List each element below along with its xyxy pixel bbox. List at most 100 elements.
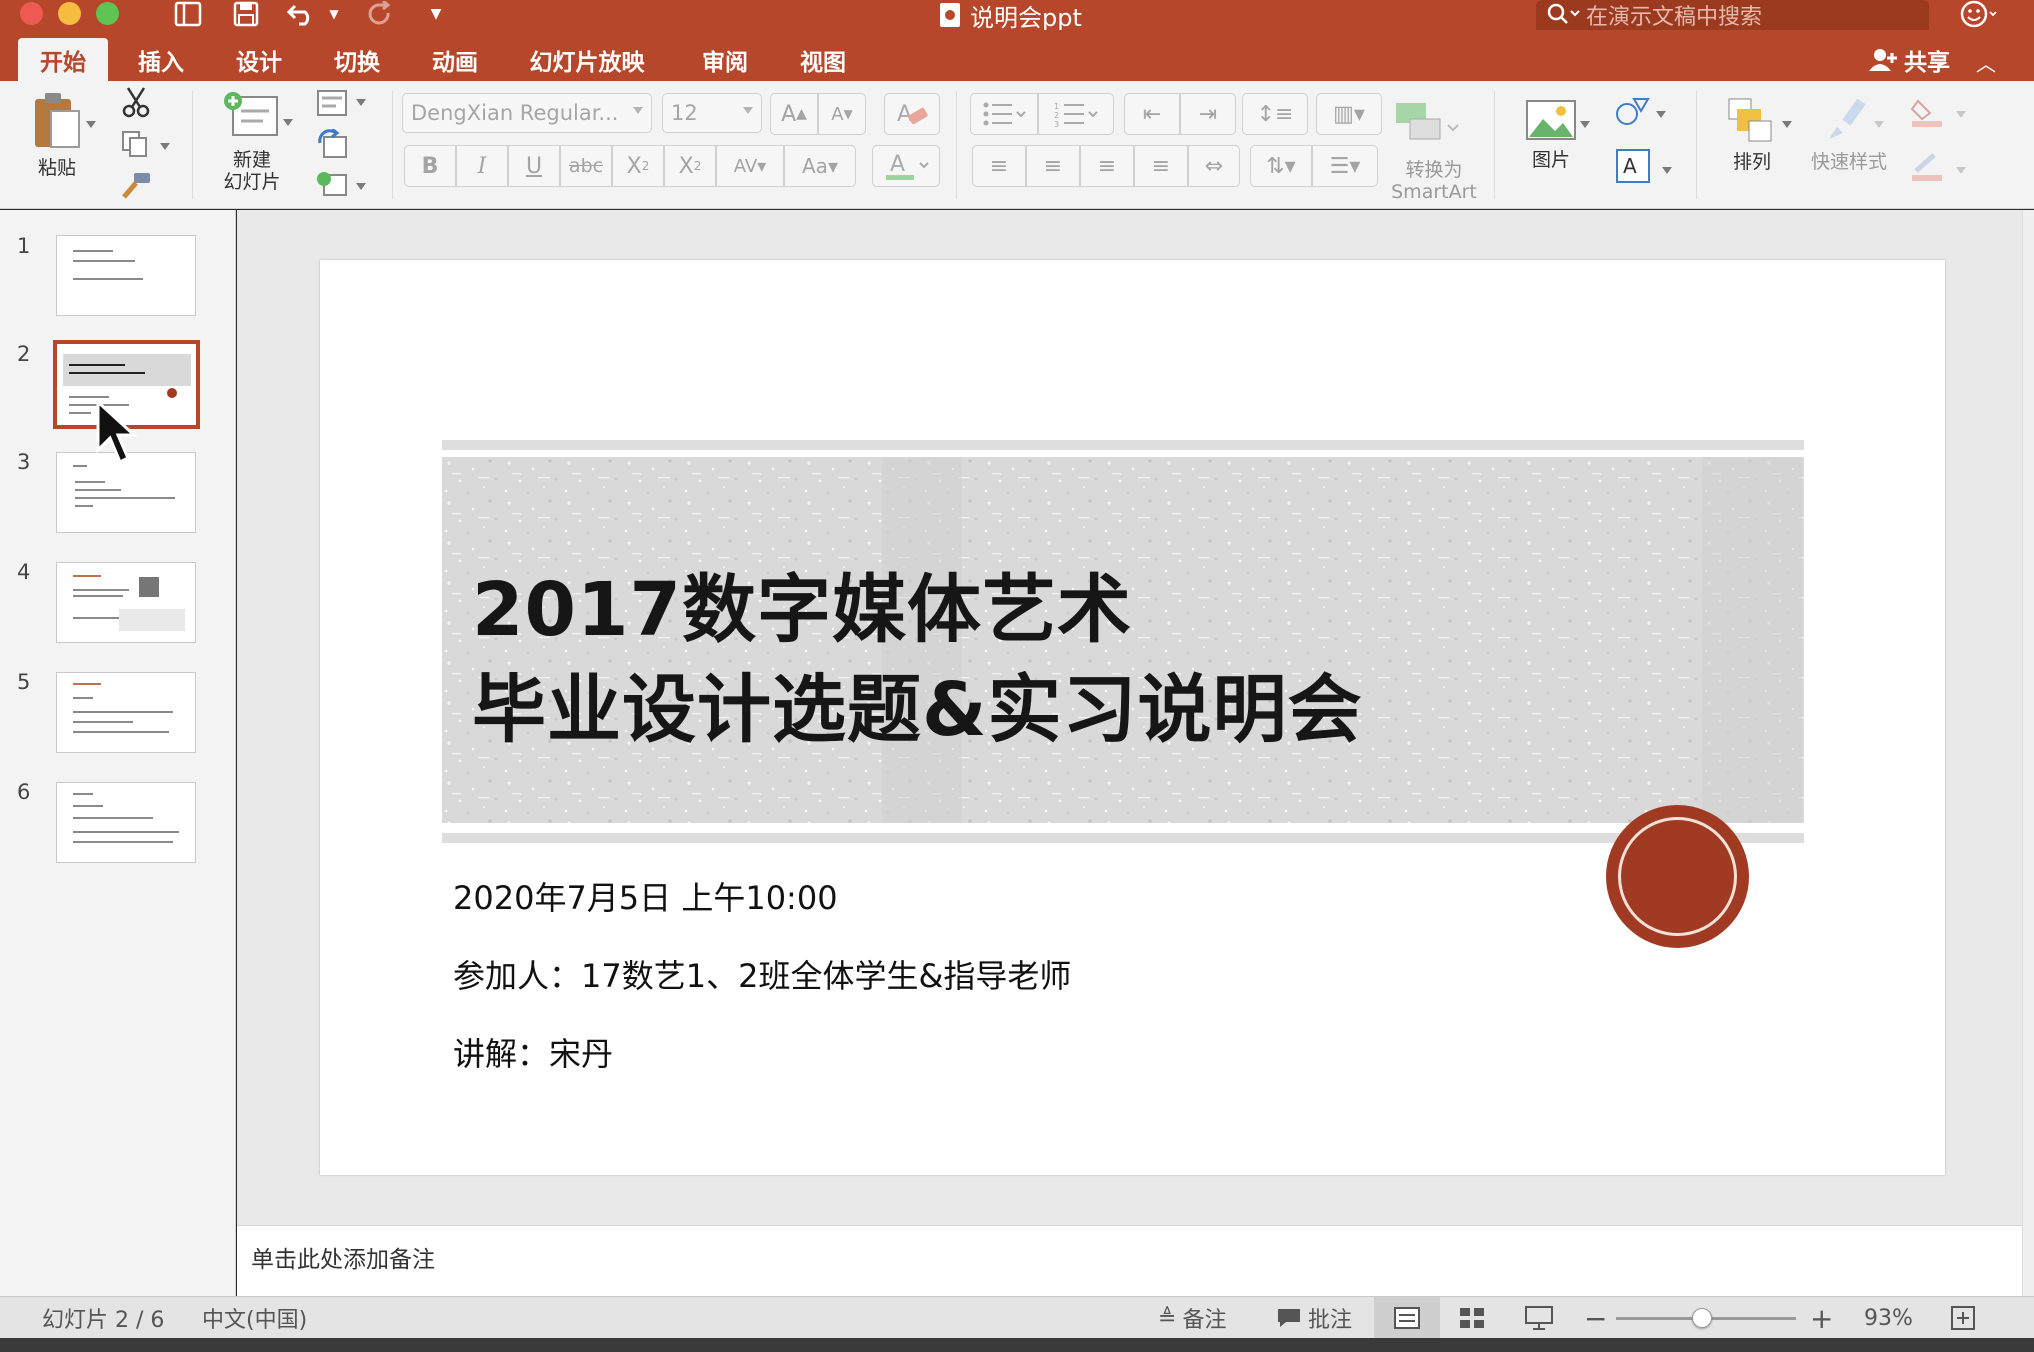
slide-participants[interactable]: 参加人：17数艺1、2班全体学生&指导老师	[453, 951, 1071, 997]
decrease-indent-button[interactable]: ⇤	[1124, 93, 1180, 135]
bold-button[interactable]: B	[404, 145, 456, 187]
redo-icon[interactable]	[362, 0, 398, 28]
tab-slideshow[interactable]: 幻灯片放映	[522, 38, 652, 81]
picture-dropdown-icon[interactable]	[1580, 121, 1590, 128]
new-slide-dropdown-icon[interactable]	[283, 119, 293, 126]
fit-to-window-button[interactable]	[1950, 1297, 1976, 1339]
align-left-button[interactable]: ≡	[972, 145, 1026, 187]
vertical-scrollbar[interactable]	[2022, 210, 2034, 1296]
section-icon[interactable]	[316, 169, 348, 199]
slide-sorter-view-button[interactable]	[1458, 1297, 1486, 1339]
zoom-slider[interactable]	[1616, 1308, 1796, 1328]
textbox-dropdown-icon[interactable]	[1662, 167, 1672, 174]
save-icon[interactable]	[226, 0, 266, 28]
tab-review[interactable]: 审阅	[694, 38, 756, 81]
normal-view-button[interactable]	[1374, 1297, 1440, 1339]
format-painter-icon[interactable]	[118, 171, 152, 201]
strikethrough-button[interactable]: abc	[560, 145, 612, 187]
arrange-button[interactable]: 排列	[1714, 97, 1790, 173]
clear-formatting-button[interactable]: A	[884, 93, 940, 135]
line-spacing-button[interactable]: ↕≡	[1242, 93, 1308, 135]
underline-button[interactable]: U	[508, 145, 560, 187]
tab-insert[interactable]: 插入	[130, 38, 192, 81]
language-indicator[interactable]: 中文(中国)	[202, 1297, 307, 1339]
shape-fill-icon[interactable]	[1908, 97, 1948, 129]
superscript-button[interactable]: X2	[612, 145, 664, 187]
tab-transitions[interactable]: 切换	[326, 38, 388, 81]
shapes-icon[interactable]	[1614, 95, 1652, 129]
search-input[interactable]: 在演示文稿中搜索	[1536, 0, 1929, 30]
shape-outline-icon[interactable]	[1908, 151, 1948, 183]
tab-home[interactable]: 开始	[18, 38, 108, 81]
copy-icon[interactable]	[120, 129, 150, 159]
notes-pane[interactable]: 单击此处添加备注	[237, 1225, 2034, 1296]
slide-thumbnail-5[interactable]	[56, 672, 196, 753]
textbox-icon[interactable]: A	[1614, 147, 1652, 185]
sidebar-toggle-icon[interactable]	[168, 0, 208, 28]
tab-animations[interactable]: 动画	[424, 38, 486, 81]
close-window-button[interactable]	[20, 2, 43, 25]
presenter-view-button[interactable]	[1524, 1297, 1554, 1339]
slide-thumbnail-6[interactable]	[56, 782, 196, 863]
zoom-out-button[interactable]: −	[1584, 1297, 1607, 1339]
shrink-font-button[interactable]: A ▼	[818, 93, 866, 135]
quick-styles-dropdown-icon[interactable]	[1874, 121, 1884, 128]
reset-slide-icon[interactable]	[316, 129, 348, 159]
bullets-button[interactable]	[970, 93, 1038, 135]
paste-button[interactable]: 粘贴	[20, 91, 94, 179]
search-placeholder: 在演示文稿中搜索	[1586, 5, 1763, 30]
align-right-button[interactable]: ≡	[1080, 145, 1134, 187]
slide-speaker[interactable]: 讲解：宋丹	[453, 1029, 613, 1075]
distributed-button[interactable]: ⇔	[1188, 145, 1240, 187]
tab-view[interactable]: 视图	[792, 38, 854, 81]
convert-smartart-button[interactable]: 转换为 SmartArt	[1386, 159, 1482, 203]
zoom-in-button[interactable]: +	[1810, 1297, 1833, 1339]
picture-button[interactable]: 图片	[1508, 97, 1594, 171]
customize-toolbar-icon[interactable]: ▼	[424, 0, 448, 28]
shape-fill-dropdown-icon[interactable]	[1956, 111, 1966, 118]
section-dropdown-icon[interactable]	[356, 183, 366, 190]
layout-icon[interactable]	[316, 89, 348, 117]
zoom-percentage[interactable]: 93%	[1864, 1297, 1913, 1339]
new-slide-button[interactable]: 新建 幻灯片	[212, 91, 292, 193]
notes-toggle-button[interactable]: ≜ 备注	[1158, 1297, 1226, 1339]
justify-button[interactable]: ≡	[1134, 145, 1188, 187]
slide-thumbnail-1[interactable]	[56, 235, 196, 316]
paste-dropdown-icon[interactable]	[86, 121, 96, 128]
columns-button[interactable]: ▥▾	[1316, 93, 1382, 135]
font-color-button[interactable]: A	[872, 145, 940, 187]
align-center-button[interactable]: ≡	[1026, 145, 1080, 187]
slide-date[interactable]: 2020年7月5日 上午10:00	[453, 873, 838, 919]
arrange-dropdown-icon[interactable]	[1782, 121, 1792, 128]
quick-styles-button[interactable]: 快速样式	[1802, 97, 1896, 173]
font-name-combobox[interactable]: DengXian Regular...	[402, 93, 652, 133]
shape-outline-dropdown-icon[interactable]	[1956, 167, 1966, 174]
subscript-button[interactable]: X2	[664, 145, 716, 187]
shapes-dropdown-icon[interactable]	[1656, 111, 1666, 118]
undo-icon[interactable]	[284, 0, 320, 28]
smiley-feedback-icon[interactable]	[1958, 0, 1998, 30]
character-spacing-button[interactable]: AV▾	[716, 145, 784, 187]
change-case-button[interactable]: Aa▾	[784, 145, 856, 187]
cut-icon[interactable]	[120, 85, 152, 119]
smartart-icon[interactable]	[1390, 99, 1470, 145]
increase-indent-button[interactable]: ⇥	[1180, 93, 1236, 135]
collapse-ribbon-icon[interactable]: ︿	[1976, 48, 1996, 77]
font-size-combobox[interactable]: 12	[662, 93, 762, 133]
zoom-slider-thumb[interactable]	[1692, 1308, 1713, 1328]
share-button[interactable]: 共享	[1866, 40, 1950, 80]
copy-dropdown-icon[interactable]	[160, 143, 170, 150]
zoom-window-button[interactable]	[96, 2, 119, 25]
slide-thumbnail-4[interactable]	[56, 562, 196, 643]
layout-dropdown-icon[interactable]	[356, 99, 366, 106]
italic-button[interactable]: I	[456, 145, 508, 187]
tab-design[interactable]: 设计	[228, 38, 290, 81]
grow-font-button[interactable]: A ▲	[770, 93, 818, 135]
comments-toggle-button[interactable]: 批注	[1276, 1297, 1352, 1339]
text-direction-button[interactable]: ⇅▾	[1250, 145, 1312, 187]
slide-title[interactable]: 2017数字媒体艺术 毕业设计选题&实习说明会	[472, 560, 1363, 760]
undo-dropdown-icon[interactable]: ▼	[324, 0, 344, 28]
align-text-button[interactable]: ☰▾	[1312, 145, 1378, 187]
minimize-window-button[interactable]	[58, 2, 81, 25]
numbering-button[interactable]: 123	[1038, 93, 1114, 135]
